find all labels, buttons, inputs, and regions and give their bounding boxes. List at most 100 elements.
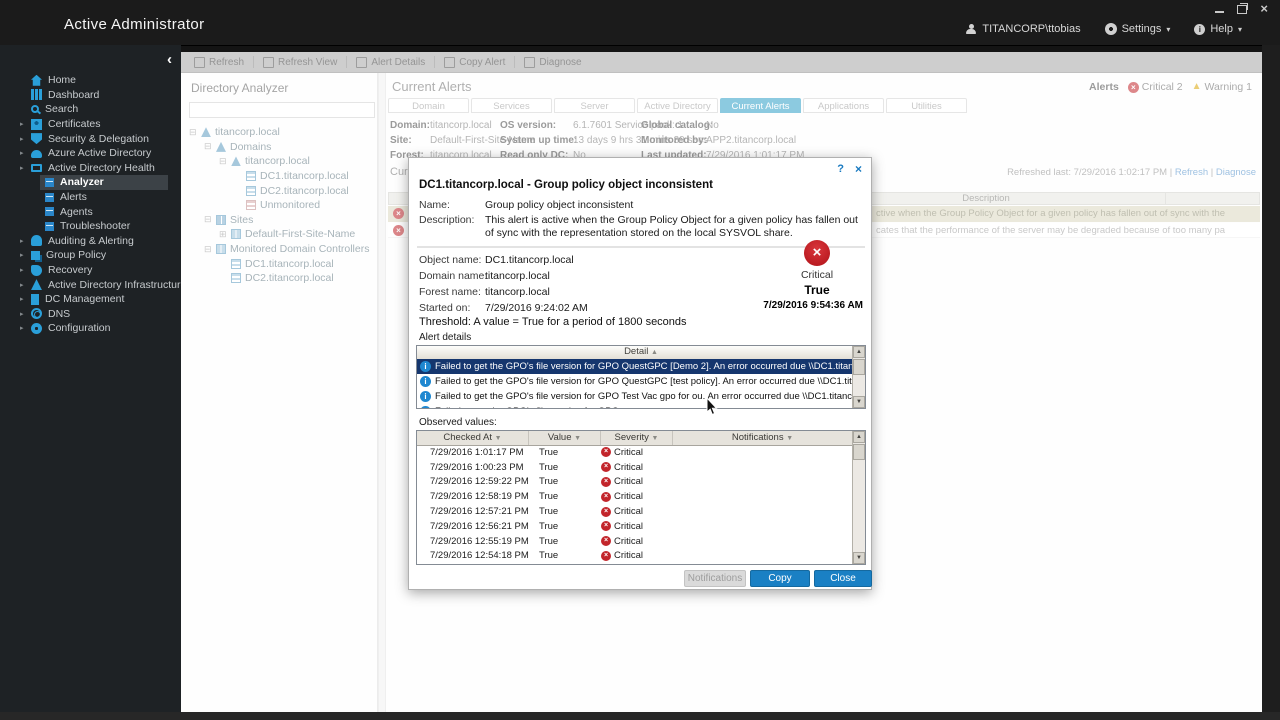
observed-row[interactable]: 7/29/2016 1:00:23 PMTrue×Critical xyxy=(417,460,852,475)
minimize-icon[interactable] xyxy=(1215,11,1224,13)
help-menu[interactable]: i Help ▾ xyxy=(1194,23,1242,35)
value-column-header[interactable]: Value ▼ xyxy=(529,431,601,445)
critical-icon: × xyxy=(601,521,611,531)
observed-values-table: Checked At ▼ Value ▼ Severity ▼ Notifica… xyxy=(416,430,866,565)
observed-row[interactable]: 7/29/2016 12:57:21 PMTrue×Critical xyxy=(417,504,852,519)
expand-arrow-icon: ▸ xyxy=(20,281,31,289)
sidebar-collapse-icon[interactable]: ‹ xyxy=(167,53,172,67)
critical-icon: × xyxy=(601,447,611,457)
titlebar: Active Administrator × TITANCORP\ttobias… xyxy=(0,0,1280,46)
critical-icon: × xyxy=(601,551,611,561)
scroll-down-icon[interactable]: ▼ xyxy=(853,552,865,564)
description-value: This alert is active when the Group Poli… xyxy=(485,214,859,240)
detail-row-selected[interactable]: iFailed to get the GPO's file version fo… xyxy=(417,359,852,374)
sidebar-item-ad-infrastructure[interactable]: ▸Active Directory Infrastructure xyxy=(0,277,181,292)
dc-management-icon xyxy=(31,294,39,305)
scroll-down-icon[interactable]: ▼ xyxy=(853,396,865,408)
sort-icon: ▼ xyxy=(652,435,659,442)
sidebar-item-home[interactable]: Home xyxy=(0,73,181,88)
info-icon: i xyxy=(420,406,431,409)
severity-column-header[interactable]: Severity ▼ xyxy=(601,431,673,445)
status-timestamp: 7/29/2016 9:54:36 AM xyxy=(763,300,863,311)
dialog-close-icon[interactable]: × xyxy=(855,162,862,176)
sort-icon: ▼ xyxy=(786,435,793,442)
alert-detail-dialog: ? × DC1.titancorp.local - Group policy o… xyxy=(408,157,872,590)
detail-row[interactable]: iFailed to get the GPO's file version fo… xyxy=(417,374,852,389)
critical-status-icon: × xyxy=(804,240,830,266)
observed-row[interactable]: 7/29/2016 1:01:17 PMTrue×Critical xyxy=(417,445,852,460)
sidebar-item-auditing-alerting[interactable]: ▸Auditing & Alerting xyxy=(0,234,181,249)
sidebar-item-dc-management[interactable]: ▸DC Management xyxy=(0,292,181,307)
observed-row[interactable]: 7/29/2016 12:58:19 PMTrue×Critical xyxy=(417,489,852,504)
critical-icon: × xyxy=(601,477,611,487)
alert-details-label: Alert details xyxy=(419,332,471,343)
sidebar-item-configuration[interactable]: ▸Configuration xyxy=(0,321,181,336)
sidebar-item-certificates[interactable]: ▸Certificates xyxy=(0,117,181,132)
sidebar-item-ad-health[interactable]: ▸Active Directory Health xyxy=(0,161,181,176)
settings-label: Settings xyxy=(1122,23,1162,35)
started-on-value: 7/29/2016 9:24:02 AM xyxy=(485,302,588,314)
observed-values-label: Observed values: xyxy=(419,417,497,428)
ad-health-icon xyxy=(31,164,42,172)
scroll-up-icon[interactable]: ▲ xyxy=(853,346,865,358)
observed-row[interactable]: 7/29/2016 12:55:19 PMTrue×Critical xyxy=(417,534,852,549)
window-edge xyxy=(0,712,1280,720)
window-controls: × xyxy=(1215,3,1268,15)
notifications-column-header[interactable]: Notifications ▼ xyxy=(673,431,853,445)
started-on-label: Started on: xyxy=(419,302,470,314)
scrollbar[interactable]: ▲ ▼ xyxy=(852,346,865,408)
sidebar-item-search[interactable]: Search xyxy=(0,102,181,117)
scroll-thumb[interactable] xyxy=(853,359,865,375)
sidebar-item-alerts[interactable]: Alerts xyxy=(40,190,168,205)
sidebar-item-analyzer[interactable]: Analyzer xyxy=(40,175,168,190)
scroll-up-icon[interactable]: ▲ xyxy=(853,431,865,443)
sidebar: ‹ Home Dashboard Search ▸Certificates ▸S… xyxy=(0,45,181,712)
user-menu[interactable]: TITANCORP\ttobias xyxy=(965,23,1080,35)
dialog-help-icon[interactable]: ? xyxy=(837,163,844,175)
copy-button[interactable]: Copy xyxy=(750,570,810,587)
auditing-alerting-icon xyxy=(31,235,42,246)
checked-at-column-header[interactable]: Checked At ▼ xyxy=(417,431,529,445)
user-name: TITANCORP\ttobias xyxy=(982,23,1080,35)
detail-row[interactable]: iFailed to get the GPO's file version fo… xyxy=(417,389,852,404)
expand-arrow-icon: ▸ xyxy=(20,251,31,259)
name-label: Name: xyxy=(419,199,450,211)
sidebar-item-dashboard[interactable]: Dashboard xyxy=(0,88,181,103)
close-window-icon[interactable]: × xyxy=(1260,3,1268,15)
sidebar-item-azure-ad[interactable]: ▸Azure Active Directory xyxy=(0,146,181,161)
settings-menu[interactable]: Settings ▾ xyxy=(1105,23,1171,35)
detail-column-header[interactable]: Detail ▲ xyxy=(417,346,865,360)
object-name-value: DC1.titancorp.local xyxy=(485,254,574,266)
observed-row[interactable]: 7/29/2016 12:54:18 PMTrue×Critical xyxy=(417,549,852,564)
close-button[interactable]: Close xyxy=(814,570,872,587)
sidebar-item-troubleshooter[interactable]: Troubleshooter xyxy=(40,219,168,234)
sidebar-nav: Home Dashboard Search ▸Certificates ▸Sec… xyxy=(0,73,181,336)
sidebar-item-group-policy[interactable]: ▸Group Policy xyxy=(0,248,181,263)
expand-arrow-icon: ▸ xyxy=(20,295,31,303)
sidebar-item-security-delegation[interactable]: ▸Security & Delegation xyxy=(0,131,181,146)
expand-arrow-icon: ▸ xyxy=(20,135,31,143)
scroll-thumb[interactable] xyxy=(853,444,865,460)
scrollbar[interactable]: ▲ ▼ xyxy=(852,431,865,564)
restore-icon[interactable] xyxy=(1237,5,1247,14)
expand-arrow-icon: ▸ xyxy=(20,120,31,128)
description-label: Description: xyxy=(419,214,474,226)
notifications-button[interactable]: Notifications xyxy=(684,570,746,587)
expand-arrow-icon: ▸ xyxy=(20,237,31,245)
sidebar-item-agents[interactable]: Agents xyxy=(40,204,168,219)
observed-row[interactable]: 7/29/2016 12:56:21 PMTrue×Critical xyxy=(417,519,852,534)
chevron-down-icon: ▾ xyxy=(1166,25,1170,34)
forest-name-value: titancorp.local xyxy=(485,286,550,298)
ad-infrastructure-icon xyxy=(31,279,42,290)
dialog-title: DC1.titancorp.local - Group policy objec… xyxy=(419,179,713,191)
name-value: Group policy object inconsistent xyxy=(485,199,633,211)
expand-arrow-icon: ▸ xyxy=(20,164,31,172)
mouse-cursor xyxy=(706,398,718,416)
sidebar-item-recovery[interactable]: ▸Recovery xyxy=(0,263,181,278)
detail-row[interactable]: iFailed to get the GPO's file version fo… xyxy=(417,404,852,409)
domain-name-label: Domain name: xyxy=(419,270,487,282)
observed-header: Checked At ▼ Value ▼ Severity ▼ Notifica… xyxy=(417,431,865,446)
observed-row[interactable]: 7/29/2016 12:59:22 PMTrue×Critical xyxy=(417,475,852,490)
sidebar-item-dns[interactable]: ▸DNS xyxy=(0,307,181,322)
app-title: Active Administrator xyxy=(64,16,205,33)
